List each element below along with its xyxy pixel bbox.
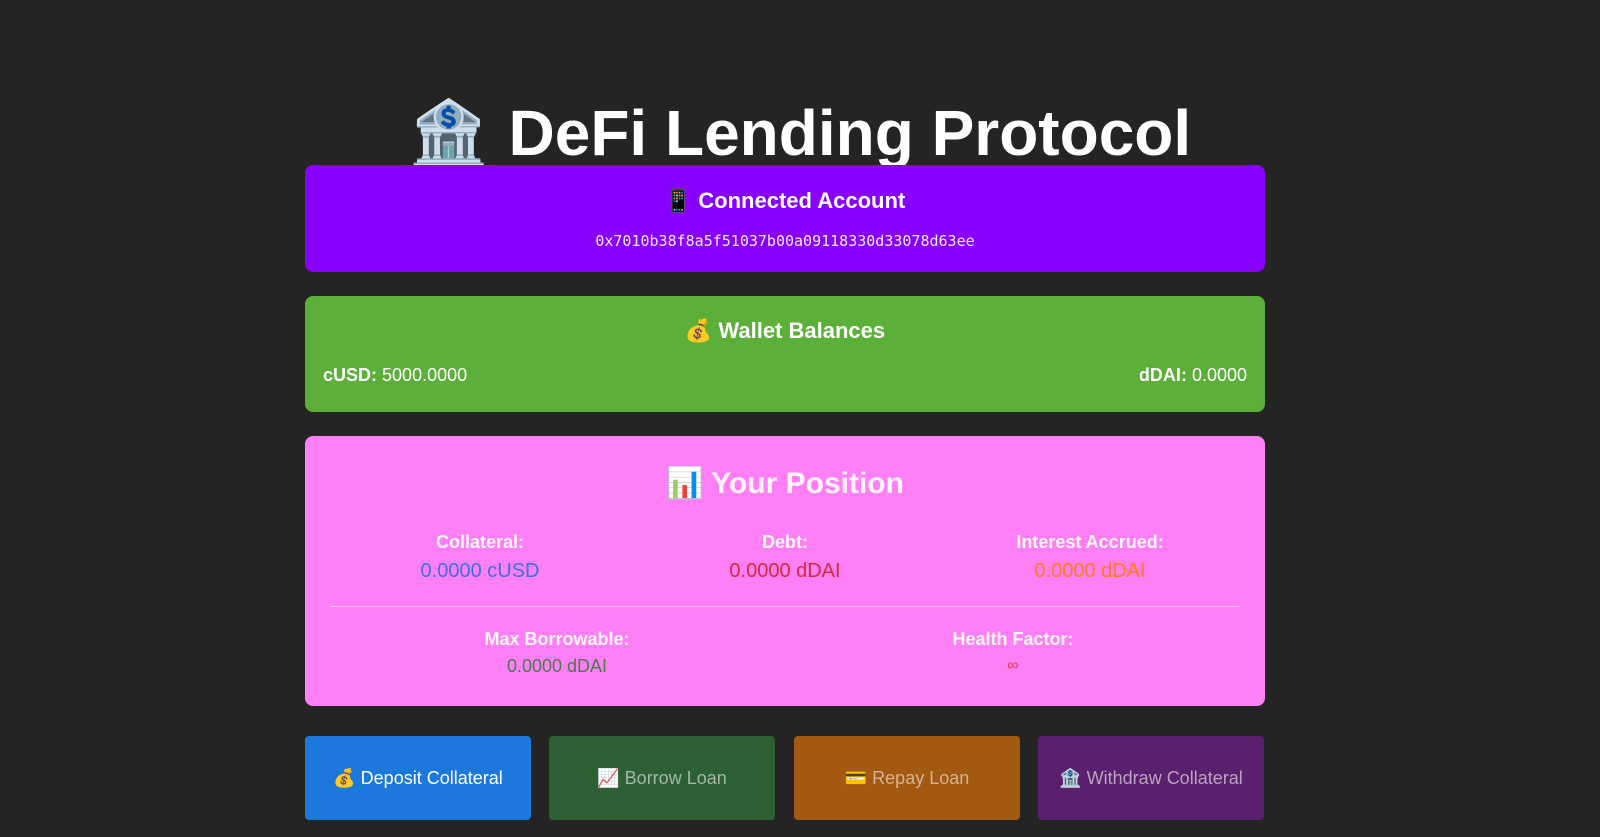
connected-account-card: 📱 Connected Account 0x7010b38f8a5f51037b…: [305, 165, 1265, 272]
your-position-heading: 📊 Your Position: [305, 464, 1265, 504]
wallet-balances-heading: 💰 Wallet Balances: [305, 316, 1265, 346]
deposit-collateral-label: Deposit Collateral: [360, 768, 503, 788]
stat-max-borrowable-label: Max Borrowable:: [484, 629, 630, 649]
stat-interest-accrued-label: Interest Accrued:: [1016, 532, 1164, 552]
balance-ddai: dDAI: 0.0000: [1139, 363, 1247, 387]
stat-health-factor-label: Health Factor:: [952, 629, 1074, 649]
account-address: 0x7010b38f8a5f51037b00a09118330d33078d63…: [595, 232, 975, 250]
balance-cusd-value: 5000.0000: [382, 365, 468, 385]
your-position-heading-text: Your Position: [711, 467, 904, 500]
page-title-text: DeFi Lending Protocol: [508, 96, 1192, 169]
mobile-phone-icon: 📱: [664, 188, 693, 213]
connected-account-heading: 📱 Connected Account: [305, 186, 1265, 216]
connected-account-heading-text: Connected Account: [698, 188, 906, 213]
stat-health-factor-value: ∞: [1007, 657, 1019, 674]
balance-cusd: cUSD: 5000.0000: [323, 363, 467, 387]
wallet-balances-heading-text: Wallet Balances: [718, 318, 886, 343]
stat-collateral-value: 0.0000 cUSD: [420, 560, 540, 582]
credit-card-icon: 💳: [844, 768, 868, 788]
stat-debt: Debt: 0.0000 dDAI: [665, 531, 905, 583]
withdraw-collateral-label: Withdraw Collateral: [1086, 768, 1243, 788]
deposit-collateral-button[interactable]: 💰 Deposit Collateral: [305, 736, 531, 820]
wallet-balances-card: 💰 Wallet Balances cUSD: 5000.0000 dDAI: …: [305, 296, 1265, 412]
bank-building-icon: 🏦: [408, 96, 489, 169]
stat-debt-label: Debt:: [762, 532, 808, 552]
bank-building-icon: 🏦: [1059, 768, 1082, 788]
balance-cusd-label: cUSD:: [323, 365, 378, 385]
stat-collateral: Collateral: 0.0000 cUSD: [360, 531, 600, 583]
repay-loan-button[interactable]: 💳 Repay Loan: [794, 736, 1020, 820]
stat-interest-accrued-value: 0.0000 dDAI: [1034, 560, 1146, 582]
borrow-loan-label: Borrow Loan: [624, 768, 727, 788]
page-title: 🏦 DeFi Lending Protocol: [0, 93, 1600, 173]
stat-max-borrowable-value: 0.0000 dDAI: [506, 656, 608, 676]
repay-loan-label: Repay Loan: [872, 768, 970, 788]
your-position-card: 📊 Your Position Collateral: 0.0000 cUSD …: [305, 436, 1265, 706]
stat-collateral-label: Collateral:: [435, 532, 525, 552]
balance-ddai-label: dDAI:: [1138, 365, 1187, 385]
stat-max-borrowable: Max Borrowable: 0.0000 dDAI: [437, 628, 677, 678]
money-bag-icon: 💰: [333, 768, 356, 788]
withdraw-collateral-button[interactable]: 🏦 Withdraw Collateral: [1038, 736, 1264, 820]
balance-ddai-value: 0.0000: [1191, 365, 1247, 385]
position-divider: [330, 606, 1240, 607]
stat-health-factor: Health Factor: ∞: [893, 628, 1133, 678]
chart-increasing-icon: 📈: [597, 768, 620, 788]
bar-chart-icon: 📊: [666, 467, 704, 500]
borrow-loan-button[interactable]: 📈 Borrow Loan: [549, 736, 775, 820]
stat-debt-value: 0.0000 dDAI: [729, 560, 841, 582]
money-bag-icon: 💰: [684, 318, 713, 343]
stat-interest-accrued: Interest Accrued: 0.0000 dDAI: [970, 531, 1210, 583]
